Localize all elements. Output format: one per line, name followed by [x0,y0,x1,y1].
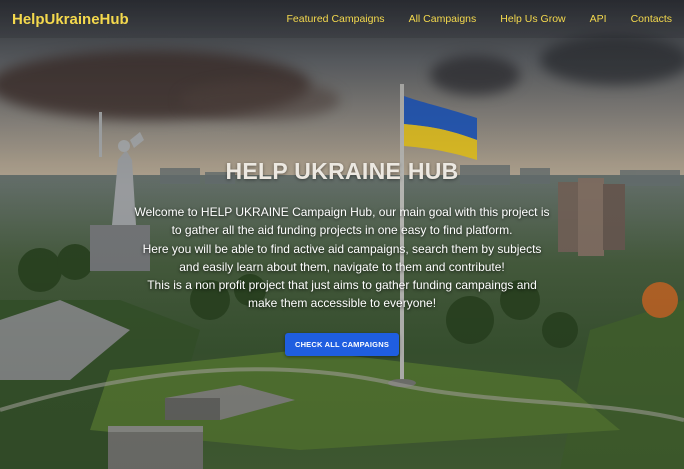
navbar: HelpUkraineHub Featured Campaigns All Ca… [0,0,684,38]
hero-title: HELP UKRAINE HUB [225,158,459,184]
nav-help-us-grow[interactable]: Help Us Grow [500,13,565,25]
hero-section: HELP UKRAINE HUB Welcome to HELP UKRAINE… [0,158,684,356]
nav-all-campaigns[interactable]: All Campaigns [409,13,477,25]
nav-featured-campaigns[interactable]: Featured Campaigns [287,13,385,25]
hero-description: Welcome to HELP UKRAINE Campaign Hub, ou… [132,203,552,313]
hero-paragraph-nonprofit: This is a non profit project that just a… [147,278,537,311]
nav-links: Featured Campaigns All Campaigns Help Us… [263,13,673,25]
hero-paragraph-welcome: Welcome to HELP UKRAINE Campaign Hub, ou… [134,205,550,238]
nav-contacts[interactable]: Contacts [631,13,672,25]
brand-logo-link[interactable]: HelpUkraineHub [12,11,129,28]
hero-paragraph-features: Here you will be able to find active aid… [142,241,542,274]
nav-api[interactable]: API [590,13,607,25]
check-all-campaigns-button[interactable]: CHECK ALL CAMPAIGNS [284,332,400,356]
